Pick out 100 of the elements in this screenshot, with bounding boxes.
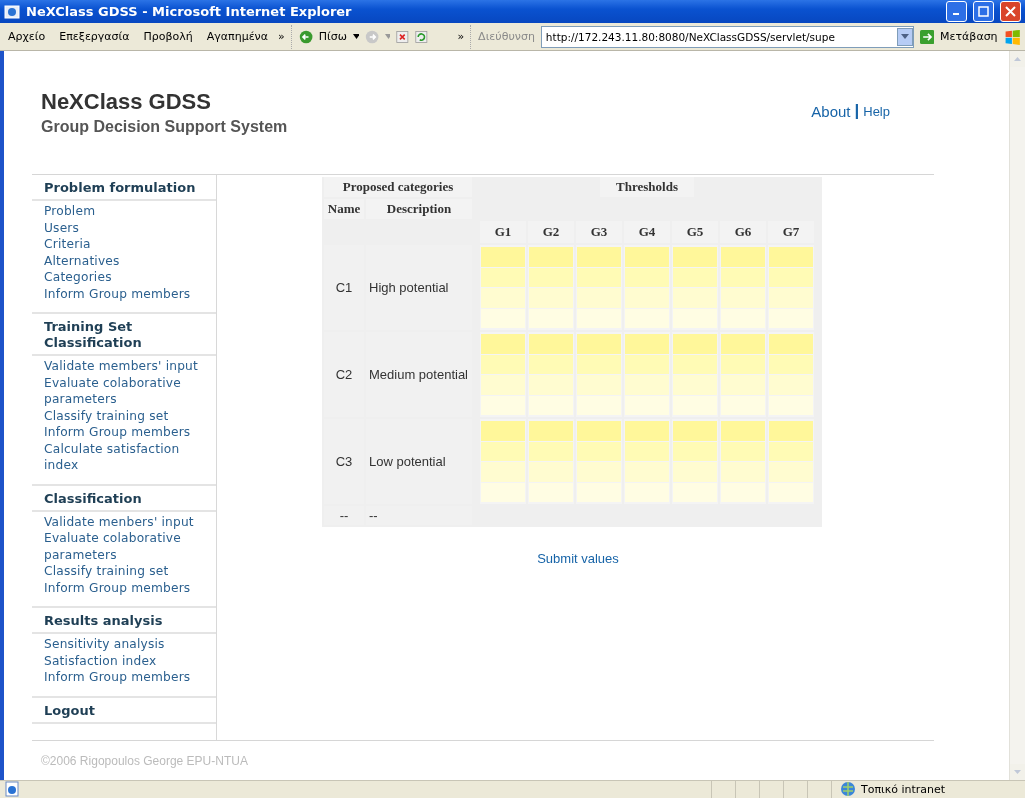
input-field[interactable] (673, 334, 717, 354)
input-field[interactable] (721, 482, 765, 503)
menu-item[interactable]: Προβολή (143, 30, 193, 44)
input-field[interactable] (625, 267, 669, 288)
input-field[interactable] (721, 334, 765, 354)
input-field[interactable] (529, 354, 573, 375)
input-field[interactable] (529, 482, 573, 503)
input-field[interactable] (481, 395, 525, 416)
input-field[interactable] (721, 421, 765, 441)
input-field[interactable] (529, 334, 573, 354)
more-chevron[interactable]: » (457, 30, 465, 44)
sidebar-link[interactable]: Classify training set (44, 407, 169, 425)
back-button[interactable]: Πίσω (318, 30, 347, 44)
input-field[interactable] (481, 375, 525, 395)
input-field[interactable] (721, 288, 765, 308)
input-field[interactable] (673, 267, 717, 288)
input-field[interactable] (577, 462, 621, 482)
input-field[interactable] (769, 421, 813, 441)
input-field[interactable] (625, 482, 669, 503)
go-icon[interactable] (919, 27, 935, 46)
input-field[interactable] (529, 462, 573, 482)
input-field[interactable] (577, 354, 621, 375)
input-field[interactable] (529, 247, 573, 267)
sidebar-link[interactable]: Categories (44, 269, 112, 286)
input-field[interactable] (673, 462, 717, 482)
input-field[interactable] (625, 288, 669, 308)
sidebar-link[interactable]: Sensitivity analysis (44, 636, 165, 653)
input-field[interactable] (625, 354, 669, 375)
input-field[interactable] (769, 354, 813, 375)
input-field[interactable] (529, 375, 573, 395)
input-field[interactable] (481, 288, 525, 308)
input-field[interactable] (769, 462, 813, 482)
input-field[interactable] (577, 308, 621, 329)
address-field[interactable]: http://172.243.11.80:8080/NeXClassGDSS/servlet/supe (540, 25, 914, 48)
input-field[interactable] (769, 375, 813, 395)
nav-link[interactable]: About (811, 102, 851, 120)
input-field[interactable] (529, 395, 573, 416)
sidebar-link[interactable]: Satisfaction index (44, 652, 157, 670)
input-field[interactable] (529, 288, 573, 308)
input-field[interactable] (481, 334, 525, 354)
input-field[interactable] (577, 441, 621, 462)
input-field[interactable] (625, 334, 669, 354)
input-field[interactable] (769, 441, 813, 462)
input-field[interactable] (769, 334, 813, 354)
menu-item[interactable]: Αρχείο (8, 30, 46, 44)
input-field[interactable] (529, 441, 573, 462)
sidebar-link[interactable]: Calculate satisfaction index (44, 440, 216, 474)
go-button[interactable]: Μετάβαση (940, 30, 998, 44)
maximize-button[interactable] (973, 1, 994, 22)
input-field[interactable] (625, 375, 669, 395)
input-field[interactable] (481, 354, 525, 375)
input-field[interactable] (577, 247, 621, 267)
sidebar-link[interactable]: Evaluate colaborative parameters (44, 530, 216, 564)
input-field[interactable] (577, 267, 621, 288)
input-field[interactable] (481, 267, 525, 288)
input-field[interactable] (721, 395, 765, 416)
input-field[interactable] (625, 441, 669, 462)
sidebar-link[interactable]: Validate members' input (44, 358, 198, 375)
scroll-up-icon[interactable] (1010, 51, 1025, 68)
menu-item[interactable]: Επεξεργασία (59, 30, 130, 44)
input-field[interactable] (721, 267, 765, 288)
input-field[interactable] (577, 395, 621, 416)
input-field[interactable] (577, 421, 621, 441)
input-field[interactable] (625, 395, 669, 416)
input-field[interactable] (769, 308, 813, 329)
input-field[interactable] (577, 288, 621, 308)
input-field[interactable] (769, 482, 813, 503)
sidebar-link[interactable]: Alternatives (44, 252, 120, 270)
input-field[interactable] (481, 247, 525, 267)
input-field[interactable] (481, 441, 525, 462)
input-field[interactable] (721, 308, 765, 329)
stop-icon[interactable] (396, 28, 409, 45)
sidebar-link[interactable]: Inform Group members (44, 669, 191, 686)
input-field[interactable] (769, 288, 813, 308)
input-field[interactable] (721, 441, 765, 462)
input-field[interactable] (625, 462, 669, 482)
input-field[interactable] (673, 247, 717, 267)
sidebar-link[interactable]: Inform Group members (44, 285, 191, 303)
input-field[interactable] (769, 247, 813, 267)
scroll-down-icon[interactable] (1010, 763, 1025, 780)
nav-link[interactable]: Help (863, 103, 890, 119)
input-field[interactable] (529, 421, 573, 441)
sidebar-link[interactable]: Validate menbers' input (44, 513, 194, 531)
input-field[interactable] (721, 354, 765, 375)
input-field[interactable] (481, 462, 525, 482)
input-field[interactable] (481, 482, 525, 503)
input-field[interactable] (577, 482, 621, 503)
input-field[interactable] (625, 421, 669, 441)
input-field[interactable] (673, 288, 717, 308)
minimize-button[interactable] (946, 1, 967, 22)
close-button[interactable] (1000, 1, 1021, 22)
refresh-icon[interactable] (414, 28, 428, 45)
sidebar-link[interactable]: Classify training set (44, 563, 169, 580)
input-field[interactable] (673, 375, 717, 395)
input-field[interactable] (529, 267, 573, 288)
input-field[interactable] (529, 308, 573, 329)
input-field[interactable] (721, 462, 765, 482)
input-field[interactable] (481, 421, 525, 441)
input-field[interactable] (481, 308, 525, 329)
sidebar-link[interactable]: Inform Group members (44, 424, 191, 441)
